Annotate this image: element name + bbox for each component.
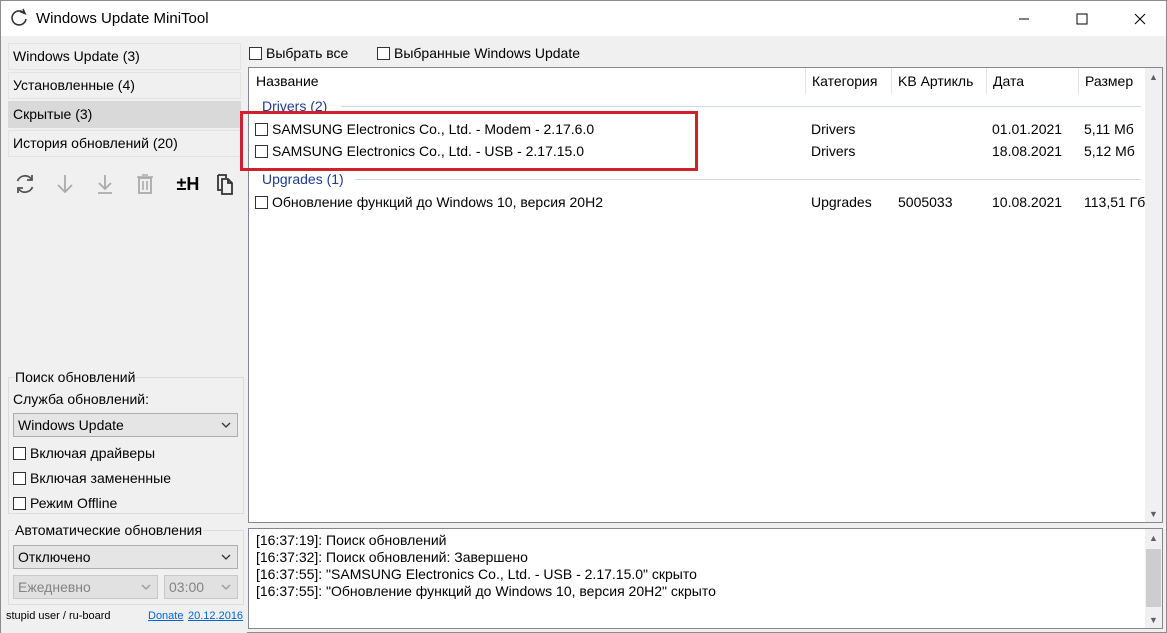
include-drivers-label: Включая драйверы xyxy=(30,445,156,461)
time-select[interactable]: 03:00 xyxy=(164,575,238,599)
nav-installed[interactable]: Установленные (4) xyxy=(8,72,241,99)
select-all-checkbox[interactable] xyxy=(249,46,262,60)
refresh-icon xyxy=(16,174,34,194)
toolbar: ±H xyxy=(11,170,241,202)
minimize-button[interactable] xyxy=(995,1,1053,36)
nav-hidden[interactable]: Скрытые (3) xyxy=(8,101,241,128)
update-date: 01.01.2021 xyxy=(992,121,1063,137)
column-header-category[interactable]: Категория xyxy=(805,68,892,94)
service-label: Служба обновлений: xyxy=(13,391,149,407)
log-scrollbar[interactable]: ▲ ▼ xyxy=(1145,529,1162,628)
auto-mode-value: Отключено xyxy=(18,549,91,565)
credit-text: stupid user / ru-board xyxy=(6,610,111,622)
install-icon xyxy=(98,175,112,194)
nav-windows-update[interactable]: Windows Update (3) xyxy=(8,43,241,70)
update-name: Обновление функций до Windows 10, версия… xyxy=(272,194,603,210)
nav-history[interactable]: История обновлений (20) xyxy=(8,130,241,157)
auto-mode-select[interactable]: Отключено xyxy=(13,545,238,569)
log-panel[interactable]: [16:37:19]: Поиск обновлений [16:37:32]:… xyxy=(248,528,1163,629)
highlight-frame xyxy=(240,111,698,171)
search-group: Поиск обновлений Служба обновлений: Wind… xyxy=(8,369,244,514)
select-all-option[interactable]: Выбрать все xyxy=(249,45,348,61)
chevron-down-icon xyxy=(221,422,231,428)
window-title: Windows Update MiniTool xyxy=(36,10,209,27)
delete-button[interactable] xyxy=(131,170,159,198)
update-size: 5,11 Мб xyxy=(1084,121,1134,137)
selected-updates-label: Выбранные Windows Update xyxy=(394,45,581,61)
hide-toggle-icon: ±H xyxy=(176,173,200,194)
column-header-name[interactable]: Название xyxy=(249,68,806,94)
left-panel: Windows Update (3) Установленные (4) Скр… xyxy=(1,36,247,633)
scroll-up-arrow-icon[interactable]: ▲ xyxy=(1145,529,1162,546)
row-checkbox[interactable] xyxy=(255,196,268,209)
close-icon xyxy=(1134,13,1146,24)
offline-mode-label: Режим Offline xyxy=(30,495,118,511)
log-line: [16:37:55]: "Обновление функций до Windo… xyxy=(256,583,716,599)
group-divider xyxy=(355,179,1141,180)
copy-icon xyxy=(217,174,233,195)
service-select-value: Windows Update xyxy=(18,417,124,433)
scroll-down-arrow-icon[interactable]: ▼ xyxy=(1145,505,1162,522)
download-icon xyxy=(57,175,73,194)
update-size: 113,51 Гб xyxy=(1084,194,1146,210)
column-header-size[interactable]: Размер xyxy=(1078,68,1148,94)
selected-updates-checkbox[interactable] xyxy=(377,46,390,60)
update-size: 5,12 Мб xyxy=(1084,143,1135,159)
select-all-label: Выбрать все xyxy=(266,45,349,61)
time-value: 03:00 xyxy=(169,579,205,595)
frequency-value: Ежедневно xyxy=(18,579,91,595)
include-drivers-checkbox[interactable] xyxy=(13,446,26,460)
chevron-down-icon xyxy=(221,584,231,590)
service-select[interactable]: Windows Update xyxy=(13,413,238,437)
update-category: Drivers xyxy=(811,121,856,137)
offline-mode-checkbox[interactable] xyxy=(13,496,26,510)
offline-mode-option[interactable]: Режим Offline xyxy=(13,494,117,512)
frequency-select[interactable]: Ежедневно xyxy=(13,575,158,599)
app-window: Windows Update MiniTool Windows Update (… xyxy=(0,0,1167,633)
selected-updates-option[interactable]: Выбранные Windows Update xyxy=(377,45,580,61)
group-header-upgrades[interactable]: Upgrades (1) xyxy=(262,171,344,187)
app-refresh-icon xyxy=(11,8,27,26)
minimize-icon xyxy=(1019,18,1029,19)
table-row[interactable]: Обновление функций до Windows 10, версия… xyxy=(249,192,1146,214)
log-line: [16:37:32]: Поиск обновлений: Завершено xyxy=(256,549,528,565)
include-drivers-option[interactable]: Включая драйверы xyxy=(13,444,155,462)
scroll-down-arrow-icon[interactable]: ▼ xyxy=(1145,611,1162,628)
update-category: Drivers xyxy=(811,143,856,159)
maximize-button[interactable] xyxy=(1053,1,1111,36)
scroll-thumb[interactable] xyxy=(1146,549,1161,607)
log-line: [16:37:19]: Поиск обновлений xyxy=(256,532,447,548)
chevron-down-icon xyxy=(221,554,231,560)
column-header-date[interactable]: Дата xyxy=(986,68,1079,94)
include-superseded-label: Включая замененные xyxy=(30,470,171,486)
update-date: 10.08.2021 xyxy=(992,194,1063,210)
copy-button[interactable] xyxy=(211,170,239,198)
group-divider xyxy=(341,106,1141,107)
include-superseded-option[interactable]: Включая замененные xyxy=(13,469,171,487)
update-date: 18.08.2021 xyxy=(992,143,1063,159)
update-category: Upgrades xyxy=(811,194,872,210)
search-group-title: Поиск обновлений xyxy=(14,369,137,385)
version-date-link[interactable]: 20.12.2016 xyxy=(188,610,243,622)
maximize-icon xyxy=(1076,13,1088,24)
auto-updates-group: Автоматические обновления Отключено Ежед… xyxy=(8,522,244,605)
log-line: [16:37:55]: "SAMSUNG Electronics Co., Lt… xyxy=(256,566,697,582)
install-button[interactable] xyxy=(91,170,119,198)
donate-link[interactable]: Donate xyxy=(148,610,183,622)
refresh-button[interactable] xyxy=(11,170,39,198)
delete-icon xyxy=(137,174,153,194)
hide-toggle-button[interactable]: ±H xyxy=(171,170,205,198)
scroll-up-arrow-icon[interactable]: ▲ xyxy=(1145,68,1162,85)
update-kb: 5005033 xyxy=(898,194,953,210)
chevron-down-icon xyxy=(141,584,151,590)
auto-updates-title: Автоматические обновления xyxy=(14,522,204,538)
download-button[interactable] xyxy=(51,170,79,198)
list-scrollbar[interactable]: ▲ ▼ xyxy=(1145,68,1162,522)
title-bar: Windows Update MiniTool xyxy=(1,1,1166,36)
include-superseded-checkbox[interactable] xyxy=(13,471,26,485)
close-button[interactable] xyxy=(1111,1,1167,36)
column-header-kb[interactable]: KB Артикль xyxy=(891,68,987,94)
